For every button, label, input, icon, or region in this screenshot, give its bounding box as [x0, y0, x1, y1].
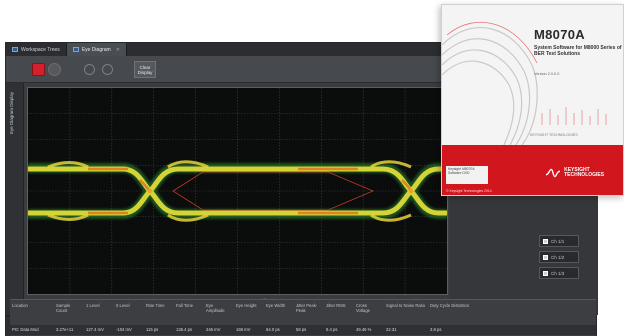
table-cell: 3.27e+11 [56, 327, 74, 332]
product-version: Version 2.0.0.0 [534, 72, 560, 76]
tab-workspace-trees[interactable]: Workspace Trees [6, 43, 67, 56]
column-header[interactable]: 0 Level [114, 300, 144, 324]
table-cell: 246 mV [206, 327, 221, 332]
table-cell: 49.46 % [356, 327, 372, 332]
column-header[interactable]: Jitter RMS [324, 300, 354, 324]
table-header: Location Sample Count 1 Level 0 Level Ri… [10, 300, 596, 324]
tab-eye-diagram[interactable]: Eye Diagram ✕ [66, 43, 127, 56]
plot-grid [28, 88, 447, 294]
column-header[interactable]: Fall Time [174, 300, 204, 324]
table-cell: 136.4 ps [176, 327, 193, 332]
column-header[interactable]: Jitter Peak-Peak [294, 300, 324, 324]
keysight-wave-icon [546, 168, 561, 178]
table-cell: 115 ps [146, 327, 159, 332]
eye-diagram-canvas [28, 88, 447, 294]
column-header[interactable]: Signal to Noise Ratio [384, 300, 428, 324]
table-cell: -104 mV [116, 327, 132, 332]
clear-display-button[interactable]: Clear Display [134, 61, 156, 78]
side-panel-label[interactable]: Eye Diagram Display [9, 83, 21, 143]
channel-select-1[interactable]: Ch 1/1 [539, 235, 579, 247]
table-cell: 9.4 ps [326, 327, 338, 332]
column-header[interactable]: Sample Count [54, 300, 84, 324]
product-title: M8070A [534, 27, 585, 42]
crossing-point [147, 188, 153, 194]
measurement-results-table: Location Sample Count 1 Level 0 Level Ri… [10, 299, 596, 336]
table-cell: 168 mV [236, 327, 251, 332]
box-imprint-text: KEYSIGHT TECHNOLOGIES [530, 133, 578, 137]
product-subtitle: System Software for M8000 Series of BER … [534, 45, 622, 57]
column-header[interactable]: Cross Voltage [354, 300, 384, 324]
channel-color-icon [543, 238, 548, 244]
channel-select-3[interactable]: Ch 1/3 [539, 267, 579, 279]
undo-icon[interactable] [84, 64, 95, 75]
table-cell: 22.31 [386, 327, 397, 332]
column-header[interactable]: Rise Time [144, 300, 174, 324]
column-header[interactable]: Duty Cycle Distortion [428, 300, 472, 324]
table-cell: 127.4 mV [86, 327, 104, 332]
table-cell: PG: Data Mod [12, 327, 39, 332]
close-icon[interactable]: ✕ [116, 47, 120, 53]
keysight-logo: KEYSIGHT TECHNOLOGIES [546, 167, 623, 179]
channel-select-2[interactable]: Ch 1/2 [539, 251, 579, 263]
column-header[interactable]: 1 Level [84, 300, 114, 324]
channel-color-icon [543, 270, 548, 276]
eye-diagram-plot[interactable] [27, 87, 448, 295]
column-header[interactable]: Eye Amplitude [204, 300, 234, 324]
screenshot-stage: Workspace Trees Eye Diagram ✕ Clear Disp… [0, 0, 624, 336]
window-icon [12, 47, 18, 52]
column-header[interactable]: Eye Width [264, 300, 294, 324]
redo-icon[interactable] [102, 64, 113, 75]
stop-button[interactable] [32, 63, 45, 76]
crossing-point [408, 188, 414, 194]
column-header[interactable]: Location [10, 300, 54, 324]
table-cell: 64.0 ps [266, 327, 280, 332]
tab-label: Eye Diagram [81, 46, 111, 53]
brand-name: KEYSIGHT TECHNOLOGIES [564, 166, 605, 178]
table-row[interactable]: PG: Data Mod 3.27e+11 127.4 mV -104 mV 1… [10, 325, 596, 335]
window-icon [72, 47, 79, 52]
box-label-sticker: Keysight M8070A Software DVD [446, 166, 488, 184]
channel-color-icon [543, 254, 548, 260]
tab-label: Workspace Trees [21, 46, 60, 53]
column-header[interactable]: Eye Height [234, 300, 264, 324]
box-footer-text: © Keysight Technologies 2014 [446, 189, 492, 193]
run-button[interactable] [48, 63, 61, 76]
table-cell: 3.8 ps [430, 327, 442, 332]
box-red-band: Keysight M8070A Software DVD © Keysight … [442, 145, 623, 195]
table-cell: 58 ps [296, 327, 307, 332]
box-swirl-graphic [442, 21, 607, 145]
software-product-box: M8070A System Software for M8000 Series … [441, 4, 624, 196]
